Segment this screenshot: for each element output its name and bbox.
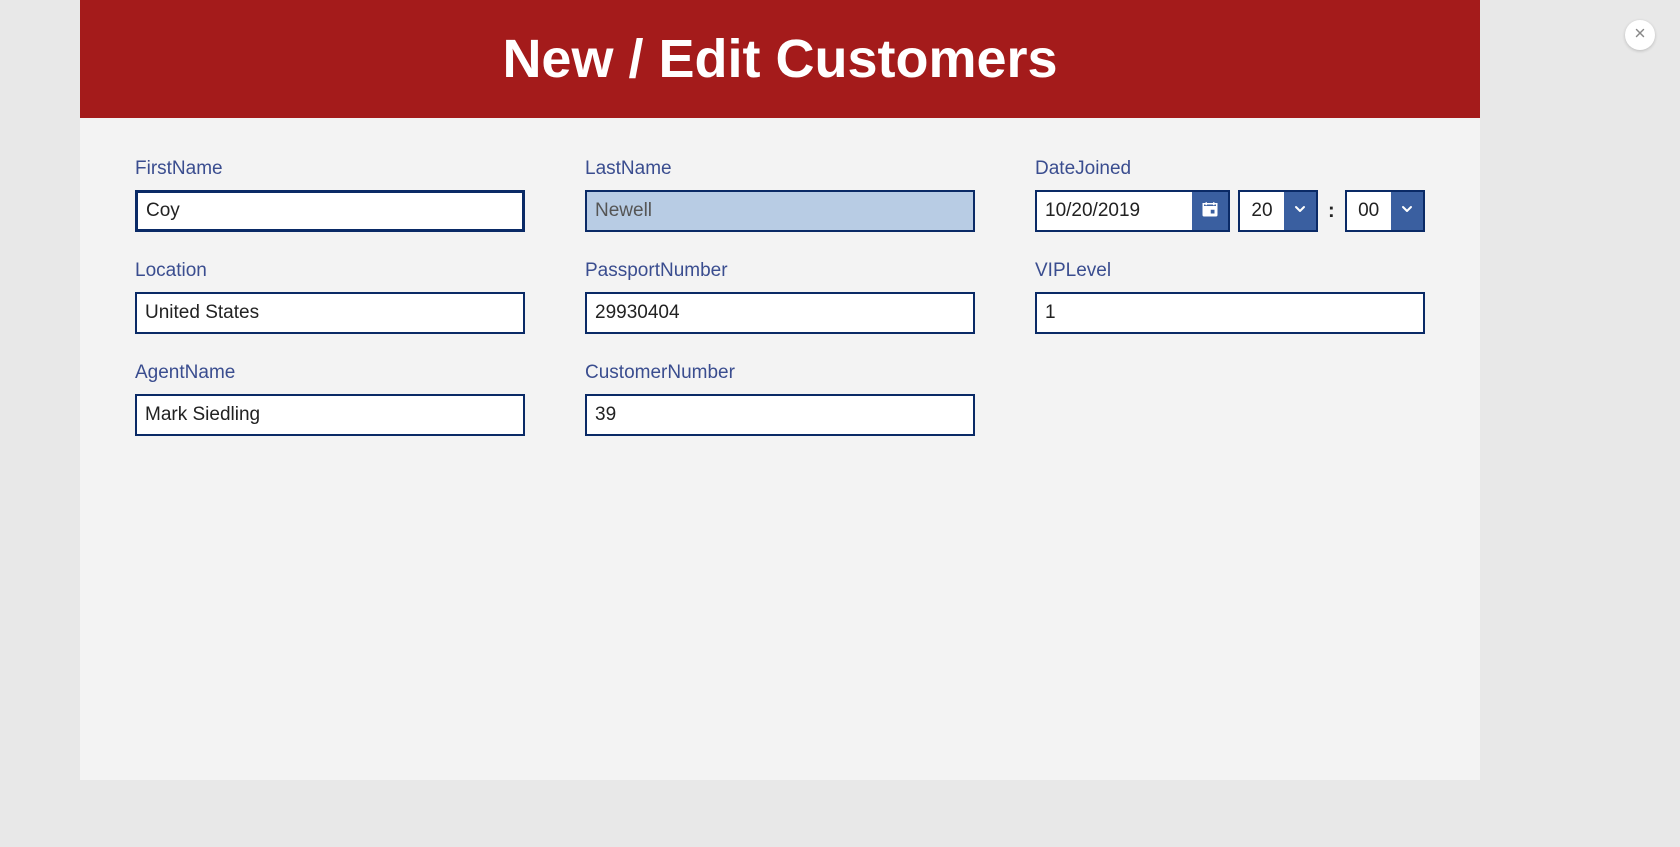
chevron-down-icon xyxy=(1399,201,1415,222)
hour-dropdown-button[interactable] xyxy=(1284,192,1316,230)
location-label: Location xyxy=(135,260,525,282)
date-joined-label: DateJoined xyxy=(1035,158,1425,180)
passport-number-label: PassportNumber xyxy=(585,260,975,282)
customer-number-input[interactable] xyxy=(585,394,975,436)
hour-select[interactable]: 20 xyxy=(1238,190,1318,232)
first-name-field: FirstName xyxy=(135,158,525,232)
minute-value: 00 xyxy=(1347,192,1391,230)
last-name-field: LastName xyxy=(585,158,975,232)
last-name-input[interactable] xyxy=(585,190,975,232)
customer-form-modal: New / Edit Customers FirstName LastName … xyxy=(80,0,1480,780)
calendar-button[interactable] xyxy=(1192,192,1228,230)
minute-dropdown-button[interactable] xyxy=(1391,192,1423,230)
date-joined-row: 20 : 00 xyxy=(1035,190,1425,232)
customer-number-label: CustomerNumber xyxy=(585,362,975,384)
customer-number-field: CustomerNumber xyxy=(585,362,975,436)
passport-number-field: PassportNumber xyxy=(585,260,975,334)
modal-header: New / Edit Customers xyxy=(80,0,1480,118)
close-icon xyxy=(1633,26,1647,45)
date-input-wrap xyxy=(1035,190,1230,232)
first-name-label: FirstName xyxy=(135,158,525,180)
minute-select[interactable]: 00 xyxy=(1345,190,1425,232)
agent-name-input[interactable] xyxy=(135,394,525,436)
chevron-down-icon xyxy=(1292,201,1308,222)
location-input[interactable] xyxy=(135,292,525,334)
form-body: FirstName LastName DateJoined xyxy=(80,118,1480,476)
hour-value: 20 xyxy=(1240,192,1284,230)
vip-level-input[interactable] xyxy=(1035,292,1425,334)
passport-number-input[interactable] xyxy=(585,292,975,334)
modal-title: New / Edit Customers xyxy=(502,28,1057,90)
close-button[interactable] xyxy=(1625,20,1655,50)
vip-level-label: VIPLevel xyxy=(1035,260,1425,282)
last-name-label: LastName xyxy=(585,158,975,180)
date-joined-field: DateJoined xyxy=(1035,158,1425,232)
calendar-icon xyxy=(1201,200,1219,223)
agent-name-field: AgentName xyxy=(135,362,525,436)
first-name-input[interactable] xyxy=(135,190,525,232)
time-separator: : xyxy=(1326,200,1337,223)
vip-level-field: VIPLevel xyxy=(1035,260,1425,334)
agent-name-label: AgentName xyxy=(135,362,525,384)
location-field: Location xyxy=(135,260,525,334)
date-joined-date-input[interactable] xyxy=(1037,192,1192,230)
